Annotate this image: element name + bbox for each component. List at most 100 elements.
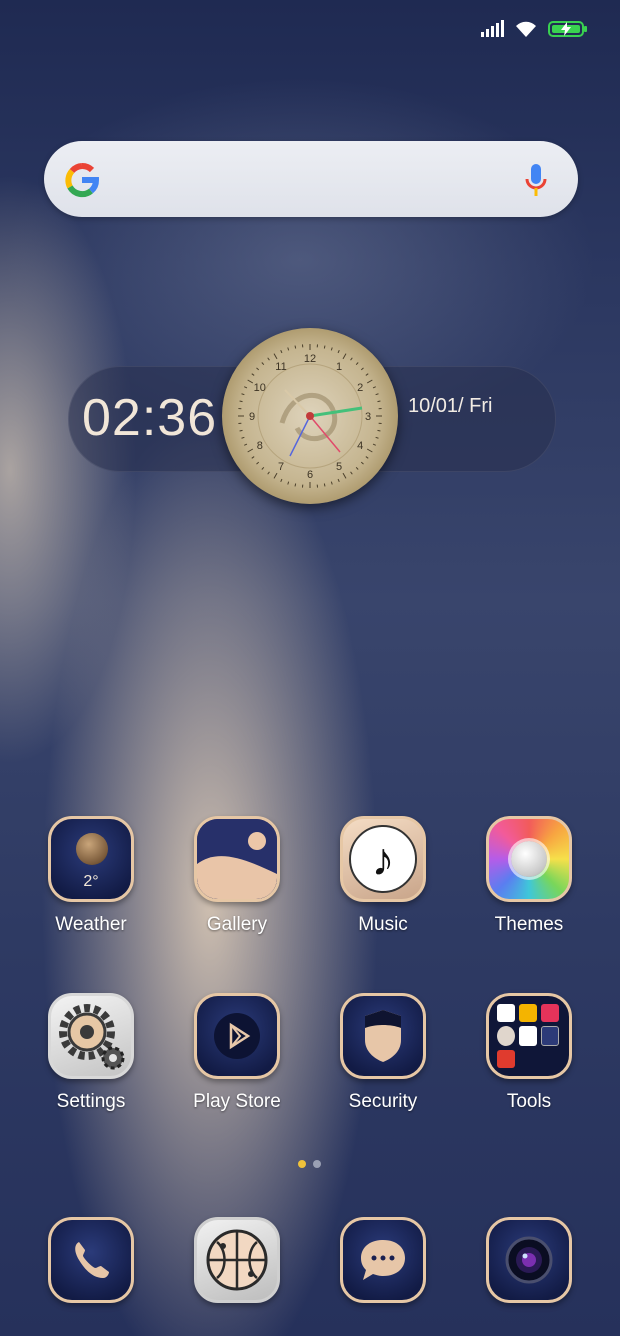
camera-icon <box>505 1236 553 1284</box>
dial-tick <box>330 347 333 351</box>
dial-tick <box>366 448 373 453</box>
dial-tick <box>350 357 353 361</box>
dial-tick <box>294 345 297 349</box>
dial-tick <box>365 456 369 459</box>
dial-tick <box>287 481 290 485</box>
wifi-icon <box>516 21 536 37</box>
browser-globe-icon <box>206 1229 268 1291</box>
weather-temp: 2° <box>83 873 99 890</box>
dial-tick <box>375 393 379 396</box>
dial-number: 8 <box>257 440 263 452</box>
messaging-app-icon[interactable] <box>340 1217 426 1303</box>
google-search-bar[interactable] <box>44 141 578 217</box>
dial-tick <box>350 471 353 475</box>
dial-tick <box>323 345 326 349</box>
app-label-themes: Themes <box>494 914 564 935</box>
dial-tick <box>355 466 359 470</box>
dial-tick <box>239 429 243 432</box>
dial-tick <box>251 456 255 459</box>
dial-tick <box>323 483 326 487</box>
dial-tick <box>365 373 369 376</box>
gallery-dunes-icon <box>197 819 277 899</box>
dial-tick <box>261 466 265 470</box>
dial-tick <box>337 478 340 482</box>
status-bar <box>481 18 587 40</box>
gallery-app-icon[interactable] <box>194 816 280 902</box>
dial-tick <box>372 443 376 446</box>
google-logo-icon <box>65 163 99 198</box>
music-app-icon[interactable]: ♪ <box>340 816 426 902</box>
dial-number: 2 <box>357 382 363 394</box>
play-store-app-icon[interactable] <box>194 993 280 1079</box>
dial-tick <box>261 362 265 366</box>
dial-tick <box>342 353 347 360</box>
dial-tick <box>366 379 373 384</box>
analog-clock-icon: 12 1 2 3 4 5 6 7 8 9 10 11 <box>222 328 398 504</box>
music-note-icon: ♪ <box>349 825 417 893</box>
dial-tick <box>239 400 243 403</box>
dial-tick <box>244 386 248 389</box>
dial-tick <box>360 367 364 371</box>
dial-tick <box>360 461 364 465</box>
dial-tick <box>280 350 283 354</box>
dial-tick <box>377 429 381 432</box>
dial-tick <box>241 436 245 439</box>
dial-tick <box>280 478 283 482</box>
dial-number: 6 <box>307 469 313 481</box>
app-label-gallery: Gallery <box>206 914 268 935</box>
tools-folder-icon[interactable] <box>486 993 572 1079</box>
app-label-play-store: Play Store <box>193 1091 281 1112</box>
dial-tick <box>294 483 297 487</box>
browser-app-icon[interactable] <box>194 1217 280 1303</box>
dial-tick <box>355 362 359 366</box>
dial-tick <box>256 367 260 371</box>
app-label-tools: Tools <box>506 1091 552 1112</box>
dial-number: 7 <box>278 461 284 473</box>
signal-icon <box>481 20 504 37</box>
themes-palette-icon <box>511 841 547 877</box>
dial-tick <box>251 373 255 376</box>
security-app-icon[interactable] <box>340 993 426 1079</box>
dial-tick <box>375 436 379 439</box>
page-dot-active[interactable] <box>298 1160 306 1168</box>
folder-tools-icon <box>497 1004 561 1068</box>
dial-tick <box>330 481 333 485</box>
dial-tick <box>372 386 376 389</box>
microphone-icon[interactable] <box>524 163 548 197</box>
dial-tick <box>256 461 260 465</box>
dial-tick <box>273 472 278 479</box>
dial-number: 1 <box>336 361 342 373</box>
dial-tick <box>337 350 340 354</box>
dial-number: 5 <box>336 461 342 473</box>
dial-tick <box>287 347 290 351</box>
shield-icon <box>365 1010 401 1062</box>
camera-app-icon[interactable] <box>486 1217 572 1303</box>
app-label-music: Music <box>358 914 408 935</box>
dial-number: 4 <box>357 440 363 452</box>
gear-icon <box>59 1004 125 1070</box>
battery-charging-icon <box>548 21 587 37</box>
dial-tick <box>244 443 248 446</box>
dial-tick <box>267 471 270 475</box>
dial-number: 11 <box>275 361 286 373</box>
app-label-security: Security <box>348 1091 418 1112</box>
app-label-settings: Settings <box>56 1091 126 1112</box>
dial-tick <box>273 353 278 360</box>
clock-date: 10/01/ Fri <box>408 395 493 417</box>
dial-number: 9 <box>249 411 255 423</box>
weather-app-icon[interactable]: 2° <box>48 816 134 902</box>
app-label-weather: Weather <box>55 914 127 935</box>
dial-number: 3 <box>365 411 371 423</box>
dial-tick <box>247 379 254 384</box>
clock-time: 02:36 <box>82 389 218 447</box>
dial-number: 12 <box>304 353 316 365</box>
weather-moon-icon <box>76 833 108 865</box>
dial-tick <box>247 448 254 453</box>
dial-number: 10 <box>254 382 266 394</box>
phone-app-icon[interactable] <box>48 1217 134 1303</box>
page-dot[interactable] <box>313 1160 321 1168</box>
messaging-icon <box>361 1240 405 1280</box>
settings-app-icon[interactable] <box>48 993 134 1079</box>
play-store-icon <box>214 1013 260 1059</box>
themes-app-icon[interactable] <box>486 816 572 902</box>
